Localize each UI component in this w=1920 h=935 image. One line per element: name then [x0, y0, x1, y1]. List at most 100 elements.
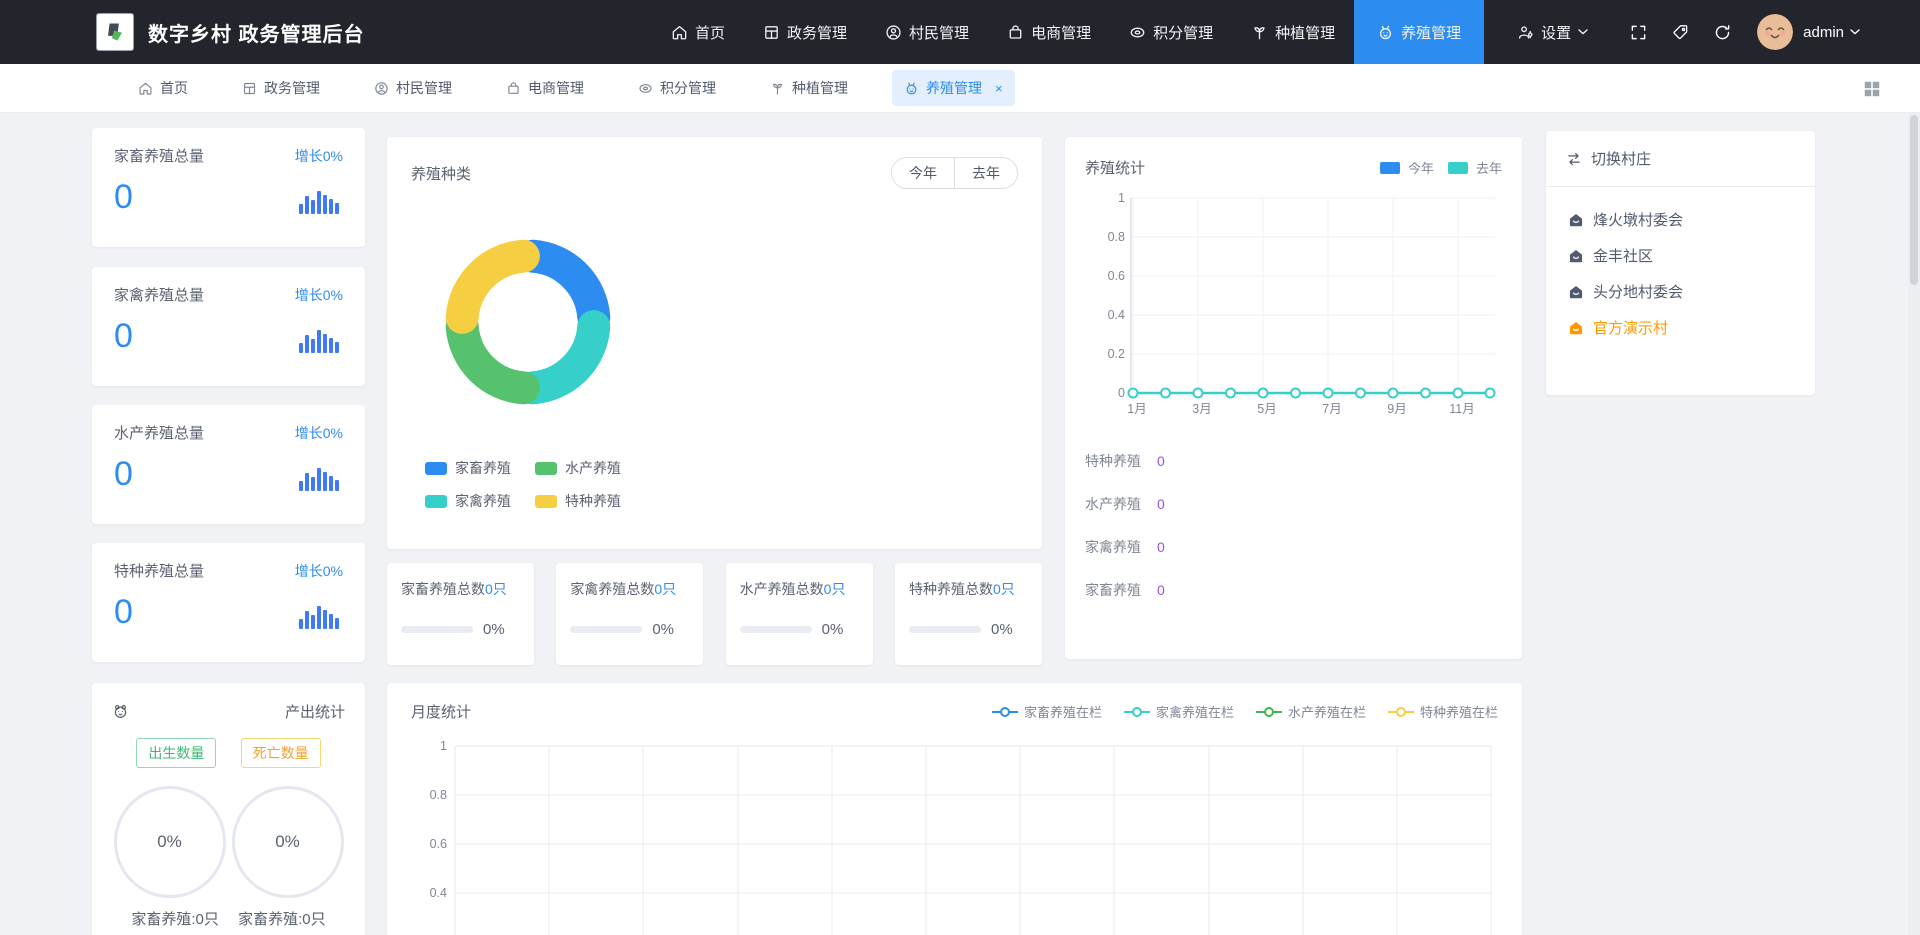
- svg-text:5月: 5月: [1257, 402, 1276, 416]
- tab-label: 电商管理: [528, 78, 584, 98]
- last-year-button[interactable]: 去年: [954, 158, 1017, 188]
- mini-bars-icon: [299, 186, 343, 214]
- breeding-animal-icon: [904, 81, 919, 96]
- village-item-jinfeng[interactable]: 金丰社区: [1568, 245, 1793, 266]
- monthly-legend: 家畜养殖在栏 家禽养殖在栏 水产养殖在栏 特种养殖在栏: [992, 702, 1498, 721]
- ecommerce-bag-icon: [1007, 24, 1024, 41]
- animal-face-icon: [112, 703, 129, 720]
- close-icon[interactable]: ×: [995, 82, 1003, 95]
- village-label: 烽火墩村委会: [1593, 209, 1683, 230]
- user-avatar[interactable]: [1757, 14, 1793, 50]
- monthly-line-chart: 1 0.8 0.6 0.4 0.2 0: [411, 730, 1498, 935]
- breeding-stats-line-chart: 1 0.8 0.6 0.4 0.2 0 1月 3月 5月 7月 9月 11月: [1085, 188, 1502, 420]
- village-list: 烽火墩村委会 金丰社区 头分地村委会 官方演示村: [1546, 187, 1815, 338]
- scrollbar-thumb[interactable]: [1910, 115, 1918, 285]
- refresh-button[interactable]: [1705, 15, 1739, 49]
- tab-label: 种植管理: [792, 78, 848, 98]
- progress-bar: [740, 626, 812, 633]
- row-label: 家禽养殖: [1085, 537, 1141, 557]
- nav-label: 村民管理: [909, 22, 969, 43]
- username: admin: [1803, 24, 1844, 41]
- tab-ecommerce[interactable]: 电商管理: [496, 70, 594, 106]
- nav-item-points[interactable]: 积分管理: [1110, 0, 1232, 64]
- birth-percent-circle: 0%: [114, 786, 226, 898]
- progress-percent: 0%: [822, 621, 844, 638]
- stat-growth: 增长0%: [295, 561, 343, 581]
- chevron-down-icon: [1850, 29, 1860, 35]
- year-toggle-group: 今年 去年: [891, 157, 1018, 189]
- home-icon: [671, 24, 688, 41]
- donut-legend: 家畜养殖 水产养殖 家禽养殖 特种养殖: [425, 458, 1018, 511]
- svg-text:0.6: 0.6: [430, 837, 447, 851]
- village-item-demo[interactable]: 官方演示村: [1568, 317, 1793, 338]
- tab-points[interactable]: 积分管理: [628, 70, 726, 106]
- total-title-text: 家禽养殖总数: [570, 581, 654, 597]
- tab-label: 政务管理: [264, 78, 320, 98]
- top-nav-bar: 数字乡村 政务管理后台 首页 政务管理 村民管理 电商管理 积分管理: [0, 0, 1920, 64]
- breed-types-donut-chart: [423, 217, 633, 427]
- total-value: 0只: [824, 581, 846, 597]
- tab-planting[interactable]: 种植管理: [760, 70, 858, 106]
- output-stats-card: 产出统计 出生数量 死亡数量 0% 0% 家畜养殖:0只 家畜养殖:0只: [92, 683, 365, 935]
- tag-button[interactable]: [1663, 15, 1697, 49]
- legend-item-special-onhand[interactable]: 特种养殖在栏: [1388, 702, 1498, 721]
- tab-label: 村民管理: [396, 78, 452, 98]
- nav-item-planting[interactable]: 种植管理: [1232, 0, 1354, 64]
- nav-item-breeding[interactable]: 养殖管理: [1354, 0, 1484, 64]
- tab-breeding[interactable]: 养殖管理 ×: [892, 70, 1015, 106]
- nav-label: 政务管理: [787, 22, 847, 43]
- stat-growth: 增长0%: [295, 285, 343, 305]
- nav-item-villagers[interactable]: 村民管理: [866, 0, 988, 64]
- village-label: 官方演示村: [1593, 317, 1668, 338]
- fullscreen-button[interactable]: [1621, 15, 1655, 49]
- card-title: 养殖种类: [411, 163, 471, 184]
- stat-card-aquaculture: 水产养殖总量 增长0% 0: [92, 405, 365, 524]
- row-label: 水产养殖: [1085, 494, 1141, 514]
- legend-item-poultry[interactable]: 家禽养殖: [425, 491, 535, 511]
- fullscreen-icon: [1630, 24, 1647, 41]
- legend-item-livestock-onhand[interactable]: 家畜养殖在栏: [992, 702, 1102, 721]
- legend-item-poultry-onhand[interactable]: 家禽养殖在栏: [1124, 702, 1234, 721]
- this-year-button[interactable]: 今年: [892, 158, 954, 188]
- tabs-overview-button[interactable]: [1860, 77, 1884, 101]
- row-label: 家畜养殖: [1085, 580, 1141, 600]
- village-item-toufendi[interactable]: 头分地村委会: [1568, 281, 1793, 302]
- scrollbar-track[interactable]: [1908, 113, 1920, 935]
- birth-count-badge[interactable]: 出生数量: [136, 738, 216, 768]
- tab-villagers[interactable]: 村民管理: [364, 70, 462, 106]
- stat-value: 0: [114, 180, 133, 214]
- legend-item-aquaculture[interactable]: 水产养殖: [535, 458, 645, 478]
- legend-swatch: [1380, 162, 1400, 174]
- nav-item-settings[interactable]: 设置: [1498, 0, 1607, 64]
- svg-text:1: 1: [440, 739, 447, 753]
- circle-label: 家畜养殖:0只: [238, 908, 326, 929]
- legend-swatch: [535, 495, 557, 508]
- app-logo: [96, 13, 134, 51]
- svg-text:0.4: 0.4: [430, 886, 447, 900]
- svg-text:0: 0: [1118, 386, 1125, 400]
- tab-home[interactable]: 首页: [128, 70, 198, 106]
- progress-bar: [570, 626, 642, 633]
- nav-item-government[interactable]: 政务管理: [744, 0, 866, 64]
- legend-item-aquaculture-onhand[interactable]: 水产养殖在栏: [1256, 702, 1366, 721]
- progress-percent: 0%: [991, 621, 1013, 638]
- tab-government[interactable]: 政务管理: [232, 70, 330, 106]
- nav-item-ecommerce[interactable]: 电商管理: [988, 0, 1110, 64]
- legend-label: 水产养殖: [565, 458, 621, 478]
- legend-item-special[interactable]: 特种养殖: [535, 491, 645, 511]
- total-title-text: 特种养殖总数: [909, 581, 993, 597]
- legend-item-livestock[interactable]: 家畜养殖: [425, 458, 535, 478]
- progress-percent: 0%: [483, 621, 505, 638]
- user-menu[interactable]: admin: [1803, 24, 1860, 41]
- nav-item-home[interactable]: 首页: [652, 0, 744, 64]
- village-item-fenghuodun[interactable]: 烽火墩村委会: [1568, 209, 1793, 230]
- death-count-badge[interactable]: 死亡数量: [241, 738, 321, 768]
- breeding-stats-card: 养殖统计 今年 去年: [1065, 137, 1522, 659]
- legend-item-last-year[interactable]: 去年: [1448, 158, 1502, 177]
- row-label: 特种养殖: [1085, 451, 1141, 471]
- tab-label: 积分管理: [660, 78, 716, 98]
- stat-growth: 增长0%: [295, 146, 343, 166]
- legend-swatch: [425, 495, 447, 508]
- legend-item-this-year[interactable]: 今年: [1380, 158, 1434, 177]
- monthly-stats-card: 月度统计 家畜养殖在栏 家禽养殖在栏 水产养殖在栏 特种养殖在栏: [387, 683, 1522, 935]
